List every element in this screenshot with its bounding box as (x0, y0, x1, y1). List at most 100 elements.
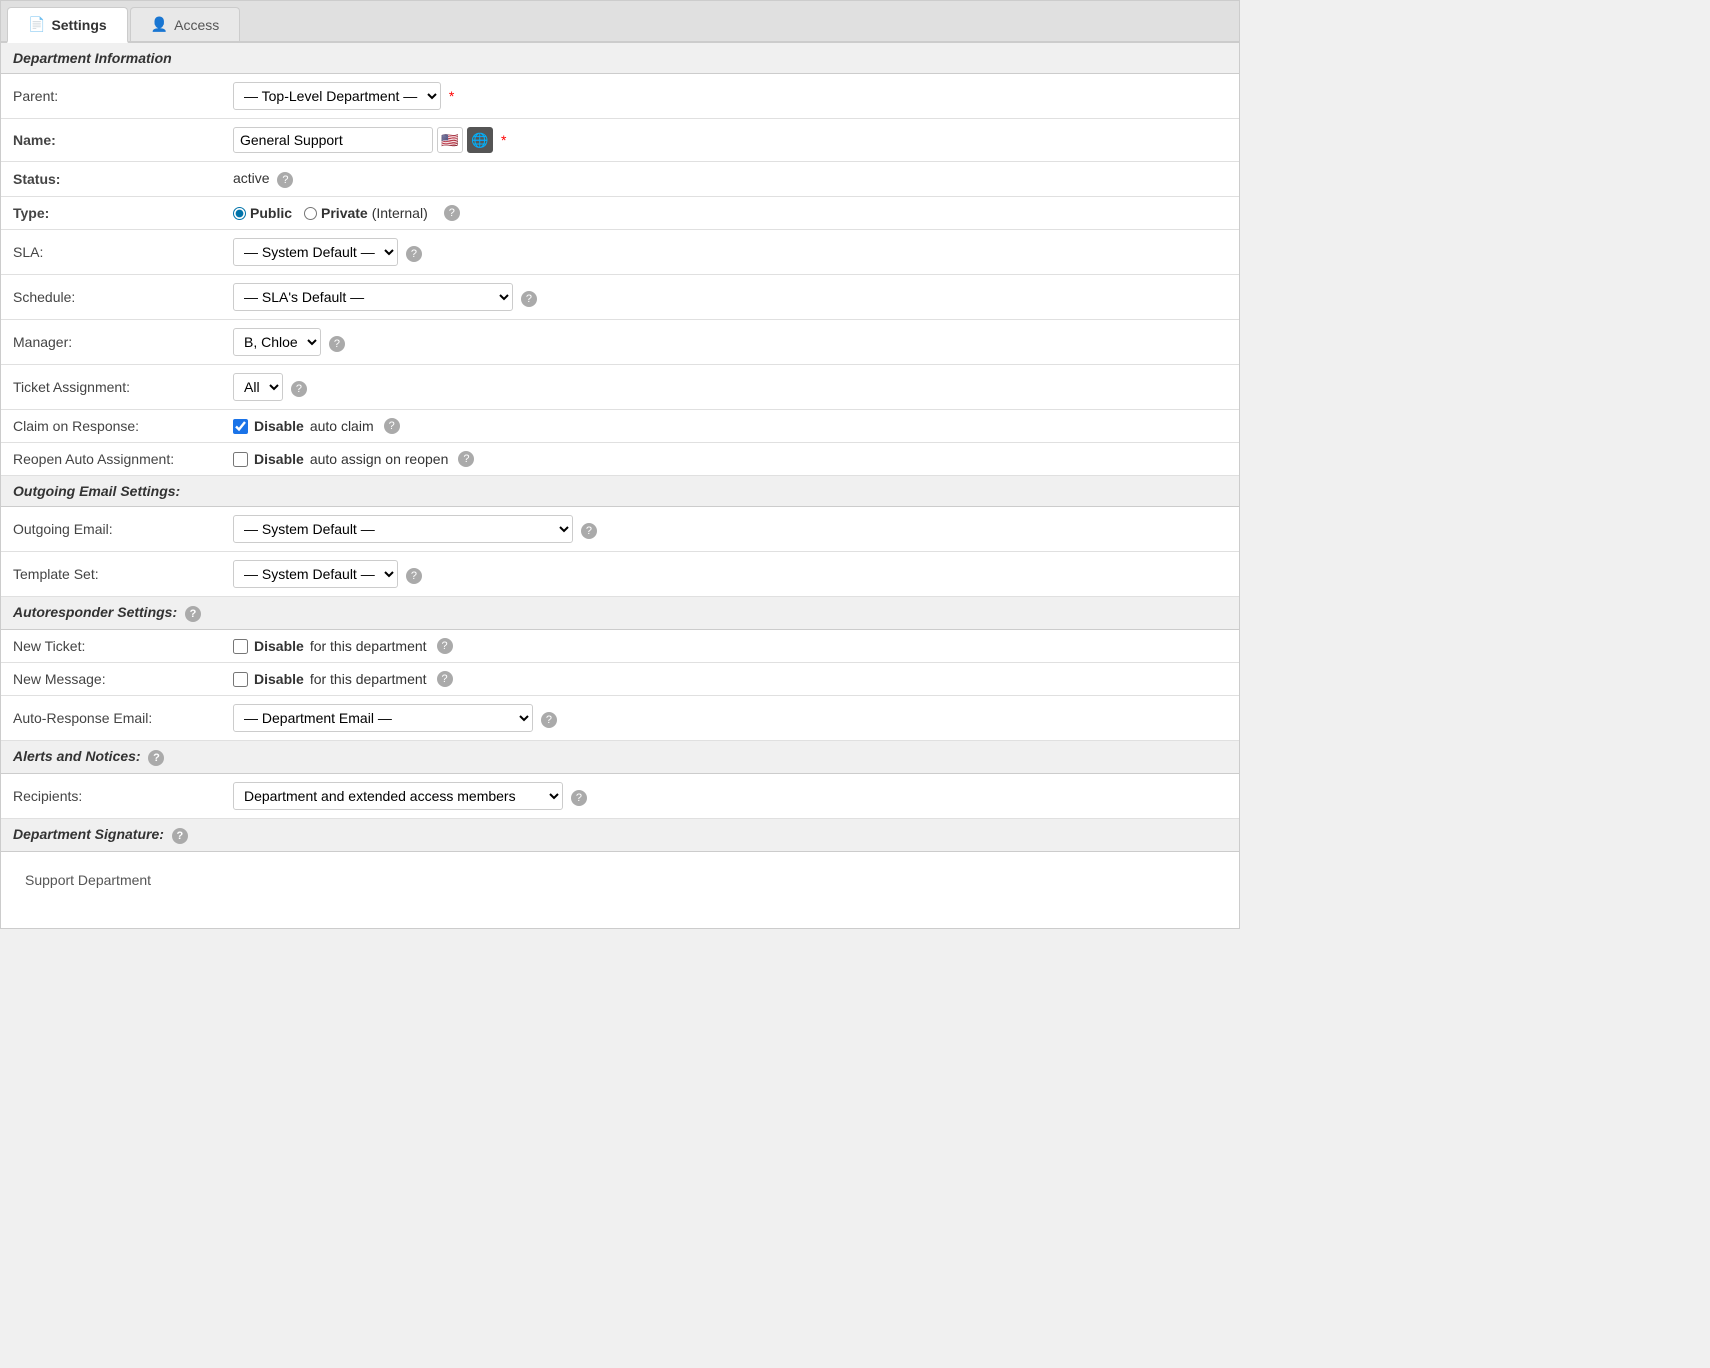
cell-name: 🇺🇸 🌐 * (221, 119, 1239, 162)
row-reopen-auto-assignment: Reopen Auto Assignment: Disable auto ass… (1, 443, 1239, 476)
cell-claim-on-response: Disable auto claim ? (221, 410, 1239, 443)
section-alerts-notices: Alerts and Notices: ? (1, 741, 1239, 774)
claim-auto-label: auto claim (310, 418, 374, 434)
page-container: 📄 Settings 👤 Access Department Informati… (0, 0, 1240, 929)
help-new-message-icon[interactable]: ? (437, 671, 453, 687)
help-manager-icon[interactable]: ? (329, 336, 345, 352)
checkbox-new-message[interactable] (233, 672, 248, 687)
select-template-set[interactable]: — System Default — (233, 560, 398, 588)
cell-reopen-auto-assignment: Disable auto assign on reopen ? (221, 443, 1239, 476)
row-recipients: Recipients: Department and extended acce… (1, 774, 1239, 819)
row-schedule: Schedule: — SLA's Default — ? (1, 275, 1239, 320)
section-dept-signature-title: Department Signature: ? (1, 819, 1239, 852)
help-schedule-icon[interactable]: ? (521, 291, 537, 307)
help-claim-icon[interactable]: ? (384, 418, 400, 434)
tab-settings[interactable]: 📄 Settings (7, 7, 128, 43)
cell-ticket-assignment: All ? (221, 365, 1239, 410)
section-autoresponder: Autoresponder Settings: ? (1, 597, 1239, 630)
section-department-info: Department Information (1, 43, 1239, 74)
cell-sla: — System Default — ? (221, 230, 1239, 275)
label-recipients: Recipients: (1, 774, 221, 819)
row-claim-on-response: Claim on Response: Disable auto claim ? (1, 410, 1239, 443)
new-ticket-for-label: for this department (310, 638, 427, 654)
radio-private[interactable] (304, 207, 317, 220)
radio-public-label[interactable]: Public (233, 205, 292, 221)
row-status: Status: active ? (1, 162, 1239, 197)
label-parent: Parent: (1, 74, 221, 119)
cell-schedule: — SLA's Default — ? (221, 275, 1239, 320)
label-sla: SLA: (1, 230, 221, 275)
row-signature: Support Department (1, 852, 1239, 929)
label-outgoing-email: Outgoing Email: (1, 507, 221, 552)
label-type: Type: (1, 197, 221, 230)
radio-public-text: Public (250, 205, 292, 221)
radio-private-label[interactable]: Private (Internal) (304, 205, 428, 221)
section-dept-signature: Department Signature: ? (1, 819, 1239, 852)
claim-on-response-row: Disable auto claim ? (233, 418, 1227, 434)
new-ticket-disable-label: Disable (254, 638, 304, 654)
form-table: Department Information Parent: — Top-Lev… (1, 43, 1239, 928)
checkbox-reopen-auto-assignment[interactable] (233, 452, 248, 467)
help-outgoing-email-icon[interactable]: ? (581, 523, 597, 539)
select-sla[interactable]: — System Default — (233, 238, 398, 266)
label-claim-on-response: Claim on Response: (1, 410, 221, 443)
label-auto-response-email: Auto-Response Email: (1, 696, 221, 741)
new-ticket-row: Disable for this department ? (233, 638, 1227, 654)
tab-access[interactable]: 👤 Access (130, 7, 241, 41)
help-auto-response-email-icon[interactable]: ? (541, 712, 557, 728)
select-ticket-assignment[interactable]: All (233, 373, 283, 401)
section-outgoing-email-title: Outgoing Email Settings: (1, 476, 1239, 507)
person-icon: 👤 (151, 16, 168, 33)
help-alerts-icon[interactable]: ? (148, 750, 164, 766)
help-status-icon[interactable]: ? (277, 172, 293, 188)
name-input-group: 🇺🇸 🌐 * (233, 127, 1227, 153)
select-schedule[interactable]: — SLA's Default — (233, 283, 513, 311)
new-message-for-label: for this department (310, 671, 427, 687)
select-auto-response-email[interactable]: — Department Email — (233, 704, 533, 732)
select-outgoing-email[interactable]: — System Default — (233, 515, 573, 543)
help-template-set-icon[interactable]: ? (406, 568, 422, 584)
checkbox-claim-on-response[interactable] (233, 419, 248, 434)
cell-parent: — Top-Level Department — * (221, 74, 1239, 119)
select-recipients[interactable]: Department and extended access members (233, 782, 563, 810)
label-status: Status: (1, 162, 221, 197)
checkbox-new-ticket[interactable] (233, 639, 248, 654)
help-reopen-icon[interactable]: ? (458, 451, 474, 467)
help-new-ticket-icon[interactable]: ? (437, 638, 453, 654)
input-name[interactable] (233, 127, 433, 153)
help-ticket-assignment-icon[interactable]: ? (291, 381, 307, 397)
help-dept-signature-icon[interactable]: ? (172, 828, 188, 844)
type-radio-group: Public Private (Internal) ? (233, 205, 1227, 221)
row-manager: Manager: B, Chloe ? (1, 320, 1239, 365)
radio-private-text: (Internal) (372, 205, 428, 221)
select-manager[interactable]: B, Chloe (233, 328, 321, 356)
label-template-set: Template Set: (1, 552, 221, 597)
row-new-ticket: New Ticket: Disable for this department … (1, 630, 1239, 663)
row-parent: Parent: — Top-Level Department — * (1, 74, 1239, 119)
section-department-info-title: Department Information (1, 43, 1239, 74)
globe-button[interactable]: 🌐 (467, 127, 493, 153)
tab-bar: 📄 Settings 👤 Access (1, 1, 1239, 43)
radio-public[interactable] (233, 207, 246, 220)
label-new-ticket: New Ticket: (1, 630, 221, 663)
row-auto-response-email: Auto-Response Email: — Department Email … (1, 696, 1239, 741)
help-sla-icon[interactable]: ? (406, 246, 422, 262)
select-parent[interactable]: — Top-Level Department — (233, 82, 441, 110)
label-name: Name: (1, 119, 221, 162)
tab-access-label: Access (174, 17, 219, 33)
row-ticket-assignment: Ticket Assignment: All ? (1, 365, 1239, 410)
radio-private-bold: Private (321, 205, 368, 221)
cell-manager: B, Chloe ? (221, 320, 1239, 365)
cell-template-set: — System Default — ? (221, 552, 1239, 597)
help-type-icon[interactable]: ? (444, 205, 460, 221)
autoresponder-title-text: Autoresponder Settings: (13, 604, 177, 620)
help-autoresponder-icon[interactable]: ? (185, 606, 201, 622)
cell-signature: Support Department (1, 852, 1239, 929)
dept-signature-title-text: Department Signature: (13, 826, 164, 842)
section-autoresponder-title: Autoresponder Settings: ? (1, 597, 1239, 630)
flag-button[interactable]: 🇺🇸 (437, 127, 463, 153)
reopen-auto-assignment-row: Disable auto assign on reopen ? (233, 451, 1227, 467)
section-alerts-notices-title: Alerts and Notices: ? (1, 741, 1239, 774)
label-reopen-auto-assignment: Reopen Auto Assignment: (1, 443, 221, 476)
help-recipients-icon[interactable]: ? (571, 790, 587, 806)
